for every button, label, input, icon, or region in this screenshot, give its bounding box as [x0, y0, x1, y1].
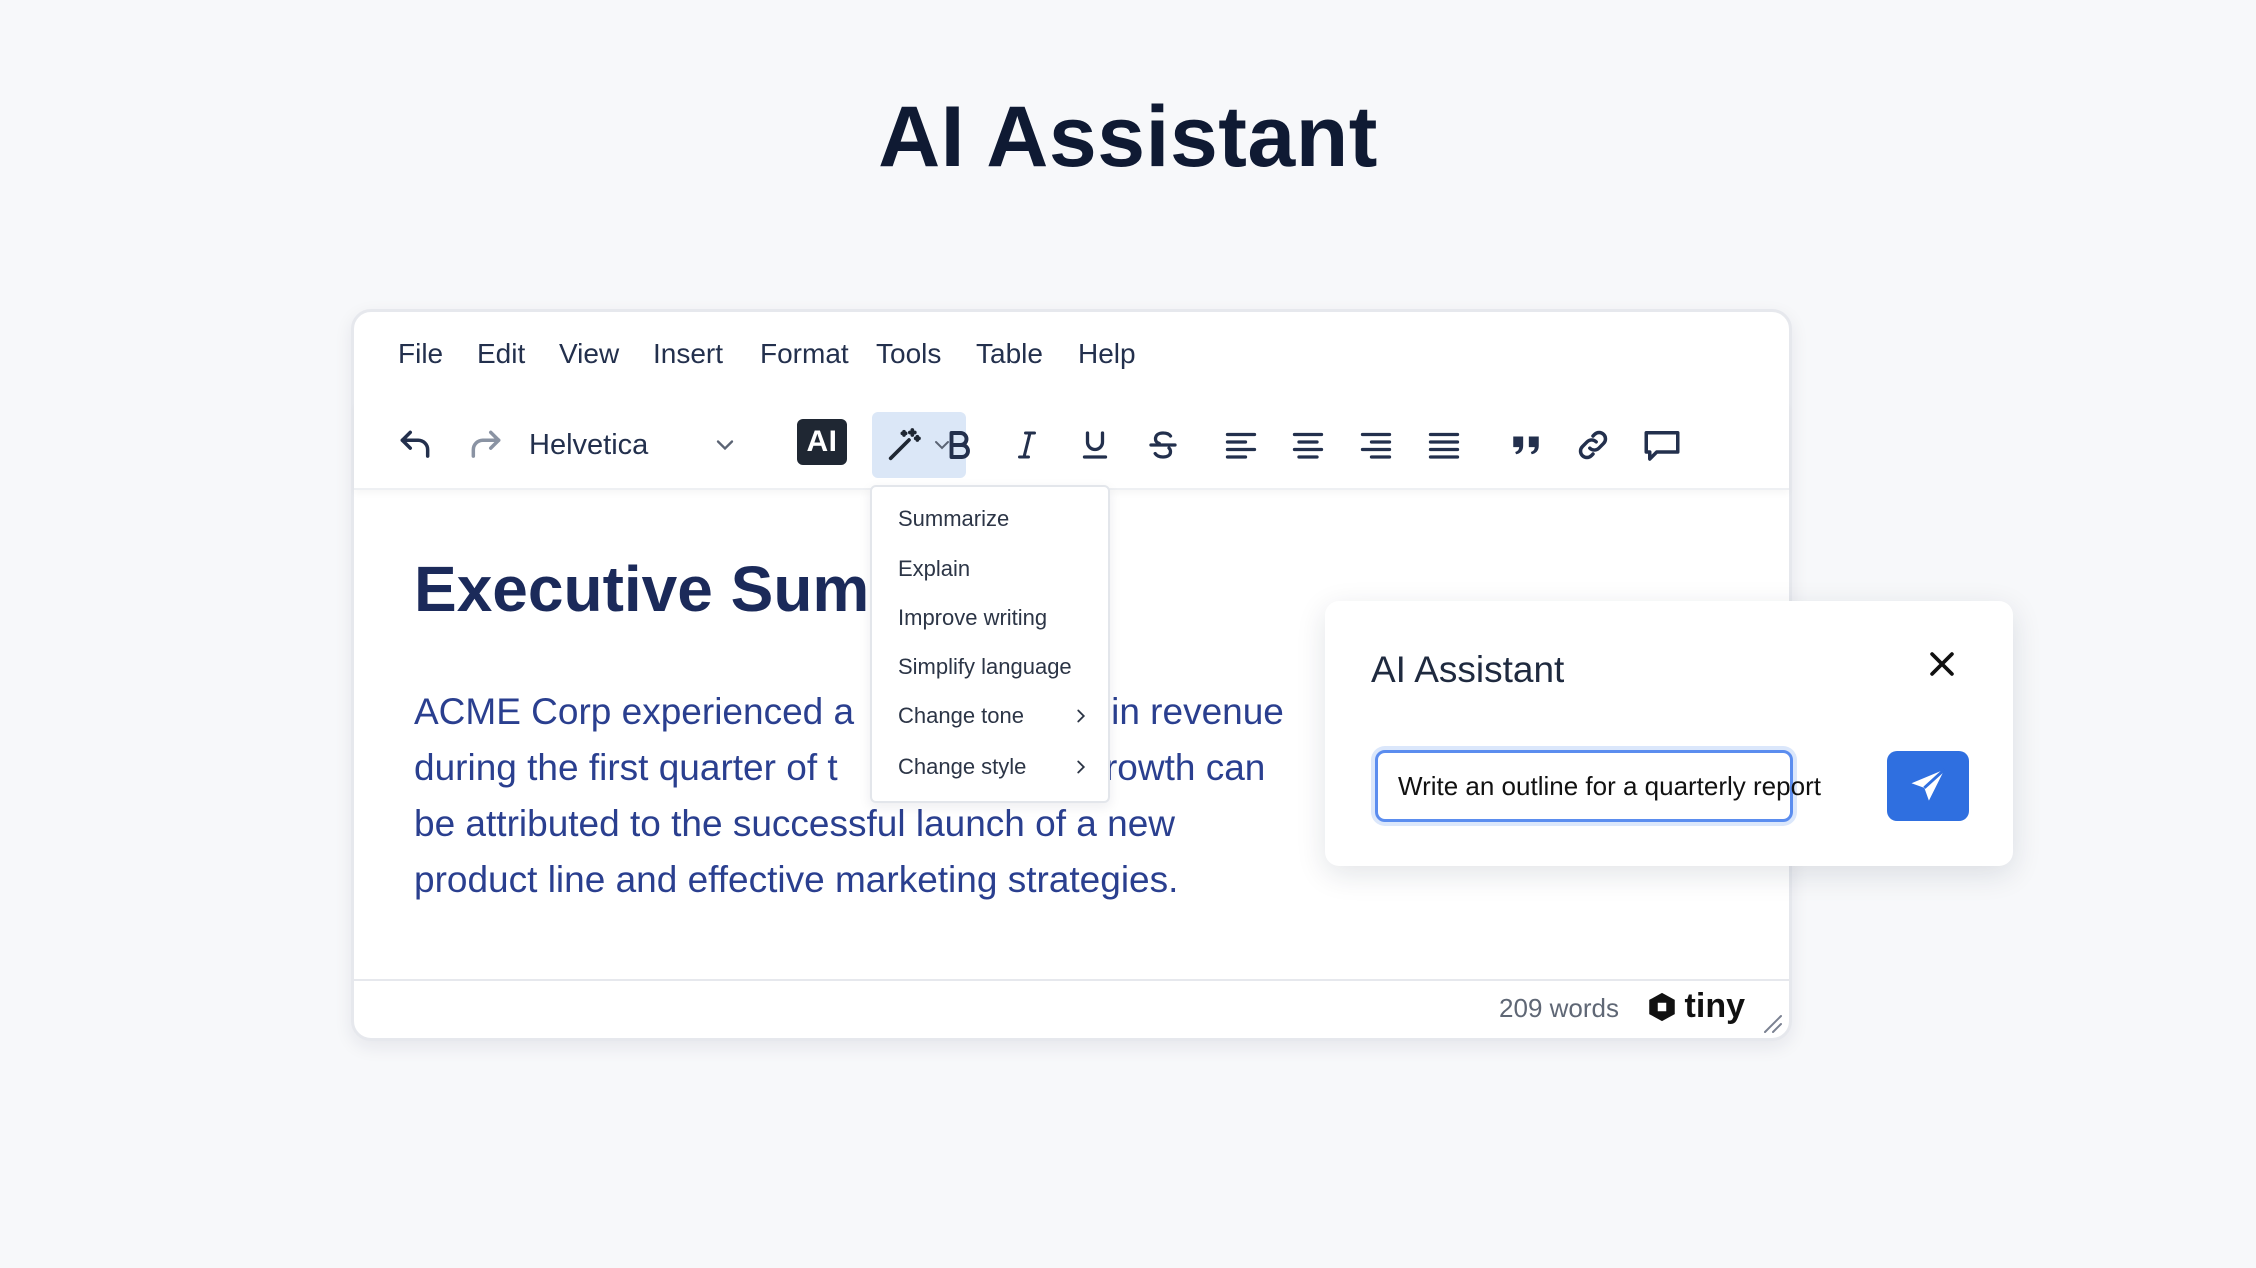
tiny-logo-text: tiny: [1684, 987, 1745, 1025]
chevron-right-icon: [1077, 760, 1086, 774]
link-button[interactable]: [1568, 412, 1618, 478]
quote-icon: [1513, 436, 1539, 455]
dropdown-item-improve-writing[interactable]: Improve writing: [898, 594, 1092, 642]
dropdown-item-label: Simplify language: [898, 654, 1072, 679]
paragraph-line: product line and effective marketing str…: [414, 859, 1179, 900]
bold-button[interactable]: [934, 412, 984, 478]
paragraph-line: be attributed to the successful launch o…: [414, 803, 1176, 844]
dropdown-item-label: Explain: [898, 556, 971, 581]
undo-icon: [400, 430, 430, 458]
dropdown-item-explain[interactable]: Explain: [898, 545, 1092, 593]
document-paragraph[interactable]: ACME Corp experienced a in revenue durin…: [414, 684, 1314, 908]
underline-button[interactable]: [1070, 412, 1120, 478]
quote-button[interactable]: [1501, 412, 1551, 478]
menu-format[interactable]: Format: [760, 338, 849, 370]
link-icon: [1578, 430, 1608, 460]
ai-prompt-input[interactable]: Write an outline for a quarterly report: [1375, 750, 1821, 822]
send-icon: [1911, 768, 1946, 801]
dropdown-item-label: Improve writing: [898, 605, 1048, 630]
ai-assistant-panel: AI Assistant Write an outline for a quar…: [1325, 601, 2013, 866]
ai-icon: AI: [806, 425, 838, 458]
tiny-logo-icon: [1648, 992, 1675, 1021]
align-left-button[interactable]: [1216, 412, 1266, 478]
statusbar: 209 words tiny: [354, 979, 1789, 1038]
strikethrough-button[interactable]: [1138, 412, 1188, 478]
redo-icon: [471, 430, 501, 458]
align-left-icon: [1225, 432, 1257, 459]
dropdown-item-simplify-language[interactable]: Simplify language: [898, 643, 1092, 691]
menu-edit[interactable]: Edit: [477, 338, 525, 370]
menubar: File Edit View Insert Format Tools Table…: [354, 312, 1789, 402]
menu-help[interactable]: Help: [1078, 338, 1136, 370]
resize-handle-icon[interactable]: [1761, 1012, 1783, 1034]
menu-insert[interactable]: Insert: [653, 338, 723, 370]
toolbar: Helvetica AI: [354, 402, 1789, 490]
close-icon: [1930, 652, 1954, 676]
page-title: AI Assistant: [878, 89, 1378, 185]
ai-prompt-text: Write an outline for a quarterly report: [1398, 770, 1821, 801]
chevron-right-icon: [1077, 709, 1086, 723]
italic-button[interactable]: [1002, 412, 1052, 478]
menu-file[interactable]: File: [398, 338, 443, 370]
redo-button[interactable]: [461, 412, 511, 478]
menu-table[interactable]: Table: [976, 338, 1043, 370]
menu-tools[interactable]: Tools: [876, 338, 941, 370]
strikethrough-icon: [1149, 431, 1177, 459]
align-justify-button[interactable]: [1419, 412, 1469, 478]
send-button[interactable]: [1887, 751, 1969, 821]
underline-icon: [1082, 431, 1108, 459]
word-count[interactable]: 209 words: [1499, 993, 1619, 1024]
paragraph-line: during the first quarter of t growth can: [414, 747, 1266, 788]
ai-actions-dropdown: Summarize Explain Improve writing Simpli…: [870, 485, 1110, 803]
dropdown-item-label: Change style: [898, 754, 1027, 779]
ai-button[interactable]: AI: [797, 419, 847, 465]
align-right-icon: [1360, 432, 1392, 459]
dropdown-item-change-tone[interactable]: Change tone: [898, 692, 1092, 740]
tiny-logo[interactable]: tiny: [1645, 987, 1745, 1026]
dropdown-item-change-style[interactable]: Change style: [898, 743, 1092, 791]
paragraph-line: ACME Corp experienced a in revenue: [414, 691, 1284, 732]
comment-button[interactable]: [1636, 412, 1688, 478]
font-name: Helvetica: [529, 428, 649, 461]
bold-icon: [949, 431, 970, 459]
align-justify-icon: [1428, 432, 1460, 459]
dropdown-item-label: Change tone: [898, 703, 1024, 728]
comment-icon: [1644, 431, 1680, 461]
align-center-button[interactable]: [1283, 412, 1333, 478]
menu-view[interactable]: View: [559, 338, 619, 370]
font-select[interactable]: Helvetica: [529, 412, 739, 478]
dropdown-item-label: Summarize: [898, 506, 1010, 531]
magic-wand-icon: [888, 428, 921, 461]
undo-button[interactable]: [390, 412, 440, 478]
chevron-down-icon: [716, 440, 734, 451]
italic-icon: [1018, 431, 1036, 459]
dropdown-item-summarize[interactable]: Summarize: [898, 495, 1092, 543]
align-right-button[interactable]: [1351, 412, 1401, 478]
document-heading: Executive Sum: [414, 553, 870, 625]
ai-panel-title: AI Assistant: [1371, 649, 1565, 690]
align-center-icon: [1292, 432, 1324, 459]
close-button[interactable]: [1925, 647, 1959, 686]
